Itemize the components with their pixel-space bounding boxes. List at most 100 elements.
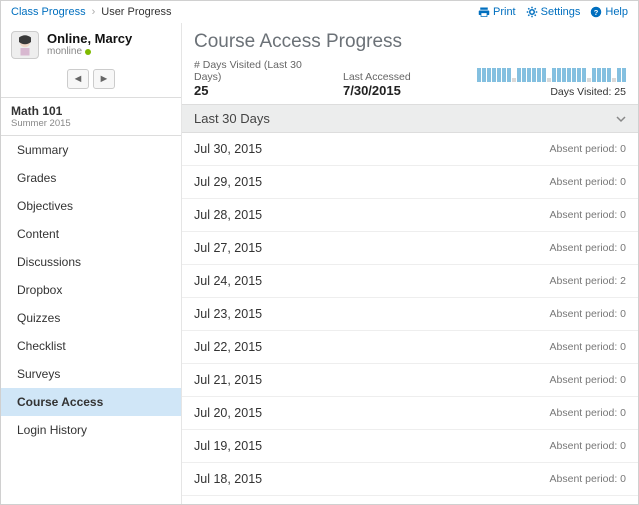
row-date: Jul 22, 2015: [194, 340, 262, 354]
left-column: Online, Marcy monline ◄ ► Math 101 Summe…: [1, 23, 181, 504]
spark-bar: [497, 68, 501, 82]
page-title: Course Access Progress: [194, 31, 626, 53]
row-absent-period: Absent period: 0: [550, 440, 626, 452]
sidebar-item-grades[interactable]: Grades: [1, 164, 181, 192]
list-item[interactable]: Jul 28, 2015Absent period: 0: [182, 199, 638, 232]
row-absent-period: Absent period: 0: [550, 374, 626, 386]
main-column: Course Access Progress # Days Visited (L…: [181, 23, 638, 504]
spark-bar: [527, 68, 531, 82]
help-link[interactable]: ? Help: [590, 6, 628, 18]
row-absent-period: Absent period: 0: [550, 242, 626, 254]
breadcrumb-root-link[interactable]: Class Progress: [11, 6, 86, 18]
help-icon: ?: [590, 6, 602, 18]
sparkline-label: Days Visited: 25: [550, 86, 626, 98]
course-block: Math 101 Summer 2015: [1, 97, 181, 136]
chevron-right-icon: ›: [92, 6, 96, 18]
gear-icon: [526, 6, 538, 18]
list-item[interactable]: Jul 30, 2015Absent period: 0: [182, 133, 638, 166]
spark-bar: [597, 68, 601, 82]
sidebar-item-objectives[interactable]: Objectives: [1, 192, 181, 220]
row-absent-period: Absent period: 0: [550, 308, 626, 320]
user-handle: monline: [47, 46, 132, 57]
row-date: Jul 30, 2015: [194, 142, 262, 156]
row-date: Jul 29, 2015: [194, 175, 262, 189]
spark-bar: [517, 68, 521, 82]
sidebar-item-course-access[interactable]: Course Access: [1, 388, 181, 416]
breadcrumb: Class Progress › User Progress: [11, 6, 172, 18]
prev-user-button[interactable]: ◄: [67, 69, 89, 89]
sparkline-bars: [477, 66, 626, 82]
sidebar-item-summary[interactable]: Summary: [1, 136, 181, 164]
spark-bar: [522, 68, 526, 82]
user-block: Online, Marcy monline: [1, 23, 181, 67]
spark-bar: [547, 78, 551, 82]
list-item[interactable]: Jul 29, 2015Absent period: 0: [182, 166, 638, 199]
print-icon: [478, 6, 490, 18]
row-date: Jul 21, 2015: [194, 373, 262, 387]
stat-days-visited: # Days Visited (Last 30 Days) 25: [194, 59, 319, 98]
stat-label: Last Accessed: [343, 71, 453, 83]
settings-link[interactable]: Settings: [526, 6, 581, 18]
stat-label: # Days Visited (Last 30 Days): [194, 59, 319, 83]
sidebar-item-content[interactable]: Content: [1, 220, 181, 248]
list-item[interactable]: Jul 20, 2015 Absent period: 0: [182, 397, 638, 430]
row-date: Jul 27, 2015: [194, 241, 262, 255]
sidebar-item-quizzes[interactable]: Quizzes: [1, 304, 181, 332]
print-label: Print: [493, 6, 516, 18]
spark-bar: [612, 78, 616, 82]
user-handle-text: monline: [47, 46, 82, 57]
stat-value: 7/30/2015: [343, 83, 453, 98]
stat-last-accessed: Last Accessed 7/30/2015: [343, 71, 453, 98]
spark-bar: [542, 68, 546, 82]
list-item[interactable]: Jul 15, 2015Absent period: 2: [182, 496, 638, 504]
spark-bar: [552, 68, 556, 82]
course-name: Math 101: [11, 104, 171, 118]
sidebar-item-surveys[interactable]: Surveys: [1, 360, 181, 388]
chevron-down-icon: [616, 114, 626, 124]
spark-bar: [562, 68, 566, 82]
sidebar-item-checklist[interactable]: Checklist: [1, 332, 181, 360]
list-item[interactable]: Jul 19, 2015 Absent period: 0: [182, 430, 638, 463]
spark-bar: [532, 68, 536, 82]
spark-bar: [502, 68, 506, 82]
settings-label: Settings: [541, 6, 581, 18]
section-header[interactable]: Last 30 Days: [182, 104, 638, 133]
help-label: Help: [605, 6, 628, 18]
user-nav: ◄ ►: [1, 67, 181, 97]
row-absent-period: Absent period: 0: [550, 341, 626, 353]
spark-bar: [587, 78, 591, 82]
course-term: Summer 2015: [11, 118, 171, 129]
user-name: Online, Marcy: [47, 31, 132, 46]
row-absent-period: Absent period: 0: [550, 407, 626, 419]
spark-bar: [487, 68, 491, 82]
stat-value: 25: [194, 83, 319, 98]
sidebar-item-login-history[interactable]: Login History: [1, 416, 181, 444]
sparkline-block: Days Visited: 25: [477, 66, 626, 98]
list-item[interactable]: Jul 24, 2015Absent period: 2: [182, 265, 638, 298]
spark-bar: [512, 78, 516, 82]
online-indicator-icon: [85, 49, 91, 55]
print-link[interactable]: Print: [478, 6, 516, 18]
sidebar-item-dropbox[interactable]: Dropbox: [1, 276, 181, 304]
spark-bar: [572, 68, 576, 82]
list-item[interactable]: Jul 23, 2015 Absent period: 0: [182, 298, 638, 331]
main-header: Course Access Progress # Days Visited (L…: [182, 23, 638, 104]
topbar: Class Progress › User Progress Print Set…: [1, 1, 638, 23]
breadcrumb-current: User Progress: [101, 6, 171, 18]
list-item[interactable]: Jul 22, 2015 Absent period: 0: [182, 331, 638, 364]
avatar: [11, 31, 39, 59]
row-date: Jul 28, 2015: [194, 208, 262, 222]
spark-bar: [557, 68, 561, 82]
access-list[interactable]: Jul 30, 2015Absent period: 0Jul 29, 2015…: [182, 133, 638, 504]
row-date: Jul 23, 2015: [194, 307, 262, 321]
row-date: Jul 19, 2015: [194, 439, 262, 453]
sidebar-item-discussions[interactable]: Discussions: [1, 248, 181, 276]
spark-bar: [617, 68, 621, 82]
list-item[interactable]: Jul 27, 2015 Absent period: 0: [182, 232, 638, 265]
list-item[interactable]: Jul 18, 2015Absent period: 0: [182, 463, 638, 496]
top-links: Print Settings ? Help: [478, 6, 628, 18]
row-date: Jul 20, 2015: [194, 406, 262, 420]
spark-bar: [602, 68, 606, 82]
next-user-button[interactable]: ►: [93, 69, 115, 89]
list-item[interactable]: Jul 21, 2015 Absent period: 0: [182, 364, 638, 397]
